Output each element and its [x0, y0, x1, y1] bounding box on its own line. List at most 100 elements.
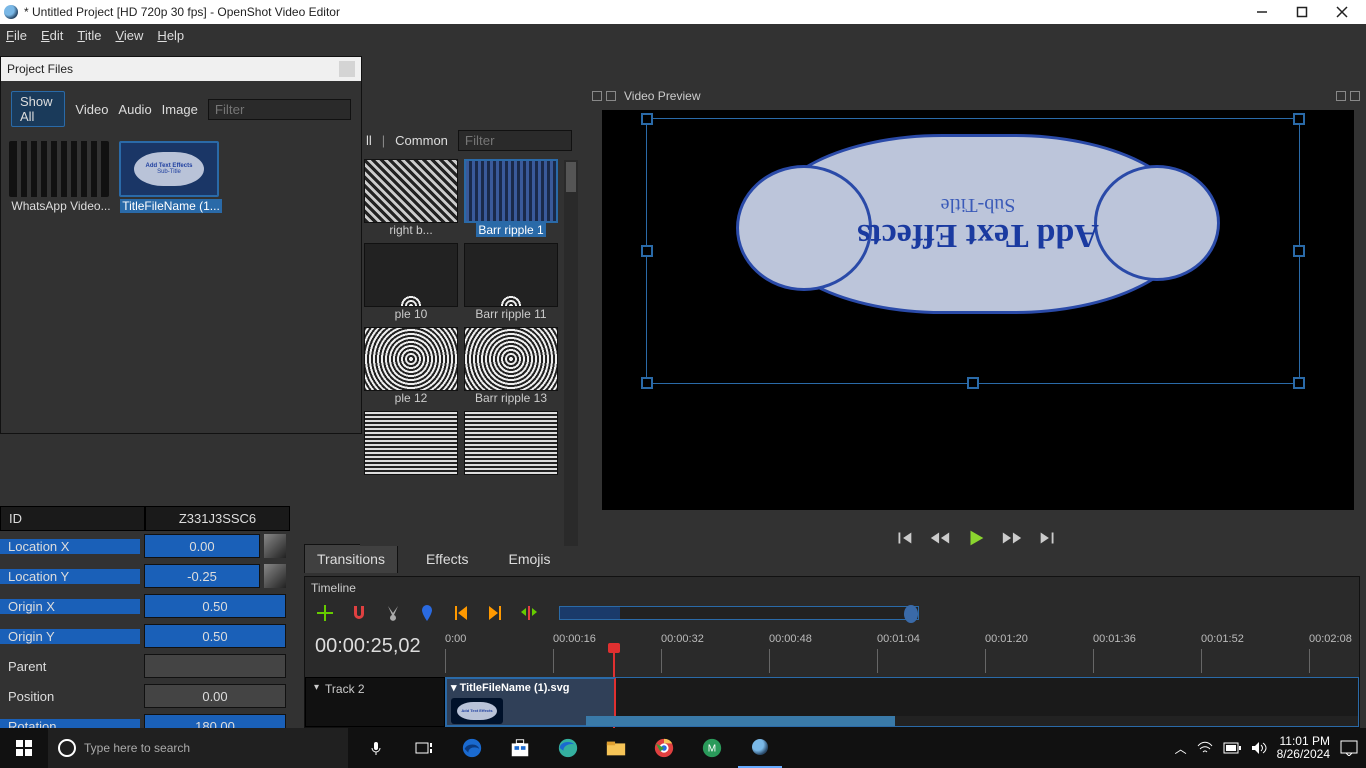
resize-handle[interactable] [641, 245, 653, 257]
play-button[interactable] [965, 527, 987, 549]
track-body[interactable]: ▾ TitleFileName (1).svg Add Text Effects [445, 677, 1359, 727]
ruler-tick: 0:00 [445, 633, 466, 645]
resize-handle[interactable] [1293, 245, 1305, 257]
project-files-tab-image[interactable]: Image [162, 102, 198, 117]
resize-handle[interactable] [641, 377, 653, 389]
project-file-item[interactable]: WhatsApp Video... [9, 141, 113, 425]
marker-button[interactable] [417, 603, 437, 623]
transitions-category-all[interactable]: ll [366, 133, 372, 148]
transitions-category-common[interactable]: Common [395, 133, 448, 148]
resize-handle[interactable] [641, 113, 653, 125]
transition-item[interactable] [364, 411, 458, 489]
undock-icon[interactable] [592, 91, 602, 101]
timeline-horizontal-scrollbar[interactable] [586, 716, 1358, 726]
tray-overflow-icon[interactable]: ︿ [1175, 740, 1187, 757]
fast-forward-button[interactable] [1001, 527, 1023, 549]
project-files-header[interactable]: Project Files [1, 57, 361, 81]
taskbar-search[interactable]: Type here to search [48, 728, 348, 768]
transition-item[interactable]: ple 10 [364, 243, 458, 321]
taskbar-app-edge[interactable] [546, 728, 590, 768]
property-row[interactable]: Origin Y0.50 [0, 621, 290, 651]
window-maximize-button[interactable] [1282, 0, 1322, 24]
resize-handle[interactable] [967, 377, 979, 389]
window-close-button[interactable] [1322, 0, 1362, 24]
property-row[interactable]: Origin X0.50 [0, 591, 290, 621]
transition-item[interactable]: Barr ripple 13 [464, 327, 558, 405]
zoom-slider[interactable] [559, 606, 919, 620]
property-value[interactable]: 0.50 [144, 594, 286, 618]
timeline-ruler[interactable]: 0:0000:00:1600:00:3200:00:4800:01:0400:0… [445, 633, 1359, 677]
transition-item[interactable]: Barr ripple 11 [464, 243, 558, 321]
project-files-tab-audio[interactable]: Audio [118, 102, 151, 117]
menu-file[interactable]: File [6, 28, 27, 43]
transition-item[interactable]: ple 12 [364, 327, 458, 405]
chevron-down-icon: ▾ [314, 682, 319, 693]
transition-item[interactable]: right b... [364, 159, 458, 237]
property-value[interactable]: 0.00 [144, 534, 260, 558]
svg-text:M: M [708, 744, 716, 755]
selection-rectangle[interactable] [646, 118, 1300, 384]
property-label: Location Y [0, 569, 140, 584]
taskbar-app-chrome-profile[interactable]: M [690, 728, 734, 768]
snap-button[interactable] [349, 603, 369, 623]
project-files-panel: Project Files Show All Video Audio Image… [0, 56, 362, 434]
transition-item[interactable] [464, 411, 558, 489]
keyframe-curve-icon[interactable] [264, 564, 286, 588]
close-icon[interactable] [606, 91, 616, 101]
project-files-tab-video[interactable]: Video [75, 102, 108, 117]
tab-emojis[interactable]: Emojis [497, 545, 563, 573]
timeline-track: ▾ Track 2 ▾ TitleFileName (1).svg Add Te… [305, 677, 1359, 727]
wifi-icon[interactable] [1197, 741, 1213, 755]
taskbar-app-edge-legacy[interactable] [450, 728, 494, 768]
transition-item[interactable]: Barr ripple 1 [464, 159, 558, 237]
taskbar-app-chrome[interactable] [642, 728, 686, 768]
battery-icon[interactable] [1223, 742, 1241, 754]
transition-thumbnail [364, 411, 458, 475]
prev-marker-button[interactable] [451, 603, 471, 623]
panel-close-icon[interactable] [339, 61, 355, 77]
undock-icon[interactable] [1336, 91, 1346, 101]
jump-start-button[interactable] [893, 527, 915, 549]
add-track-button[interactable] [315, 603, 335, 623]
rewind-button[interactable] [929, 527, 951, 549]
keyframe-curve-icon[interactable] [264, 534, 286, 558]
resize-handle[interactable] [1293, 113, 1305, 125]
start-button[interactable] [0, 728, 48, 768]
project-file-item[interactable]: Add Text EffectsSub-Title TitleFileName … [119, 141, 223, 425]
preview-canvas[interactable]: Add Text Effects Sub-Title [602, 110, 1354, 510]
menu-title[interactable]: Title [77, 28, 101, 43]
tab-effects[interactable]: Effects [414, 545, 481, 573]
project-files-filter-input[interactable] [208, 99, 351, 120]
transitions-filter-input[interactable] [458, 130, 572, 151]
property-row[interactable]: Position0.00 [0, 681, 290, 711]
taskbar-app-store[interactable] [498, 728, 542, 768]
center-playhead-button[interactable] [519, 603, 539, 623]
volume-icon[interactable] [1251, 741, 1267, 755]
resize-handle[interactable] [1293, 377, 1305, 389]
property-value[interactable]: -0.25 [144, 564, 260, 588]
property-value[interactable]: 0.00 [144, 684, 286, 708]
transitions-scrollbar[interactable] [564, 160, 578, 546]
jump-end-button[interactable] [1037, 527, 1059, 549]
tab-transitions[interactable]: Transitions [304, 544, 398, 573]
property-row[interactable]: Parent [0, 651, 290, 681]
mic-icon[interactable] [354, 728, 398, 768]
menu-edit[interactable]: Edit [41, 28, 63, 43]
menu-view[interactable]: View [115, 28, 143, 43]
taskbar-app-openshot[interactable] [738, 728, 782, 768]
taskbar-app-explorer[interactable] [594, 728, 638, 768]
property-row[interactable]: Location Y -0.25 [0, 561, 290, 591]
property-value[interactable]: 0.50 [144, 624, 286, 648]
project-files-tab-showall[interactable]: Show All [11, 91, 65, 127]
task-view-icon[interactable] [402, 728, 446, 768]
property-value[interactable] [144, 654, 286, 678]
menu-help[interactable]: Help [157, 28, 184, 43]
window-minimize-button[interactable] [1242, 0, 1282, 24]
track-header[interactable]: ▾ Track 2 [305, 677, 445, 727]
property-row[interactable]: Location X0.00 [0, 531, 290, 561]
razor-button[interactable] [383, 603, 403, 623]
next-marker-button[interactable] [485, 603, 505, 623]
taskbar-clock[interactable]: 11:01 PM 8/26/2024 [1277, 735, 1330, 761]
close-icon[interactable] [1350, 91, 1360, 101]
notifications-icon[interactable] [1340, 740, 1358, 756]
